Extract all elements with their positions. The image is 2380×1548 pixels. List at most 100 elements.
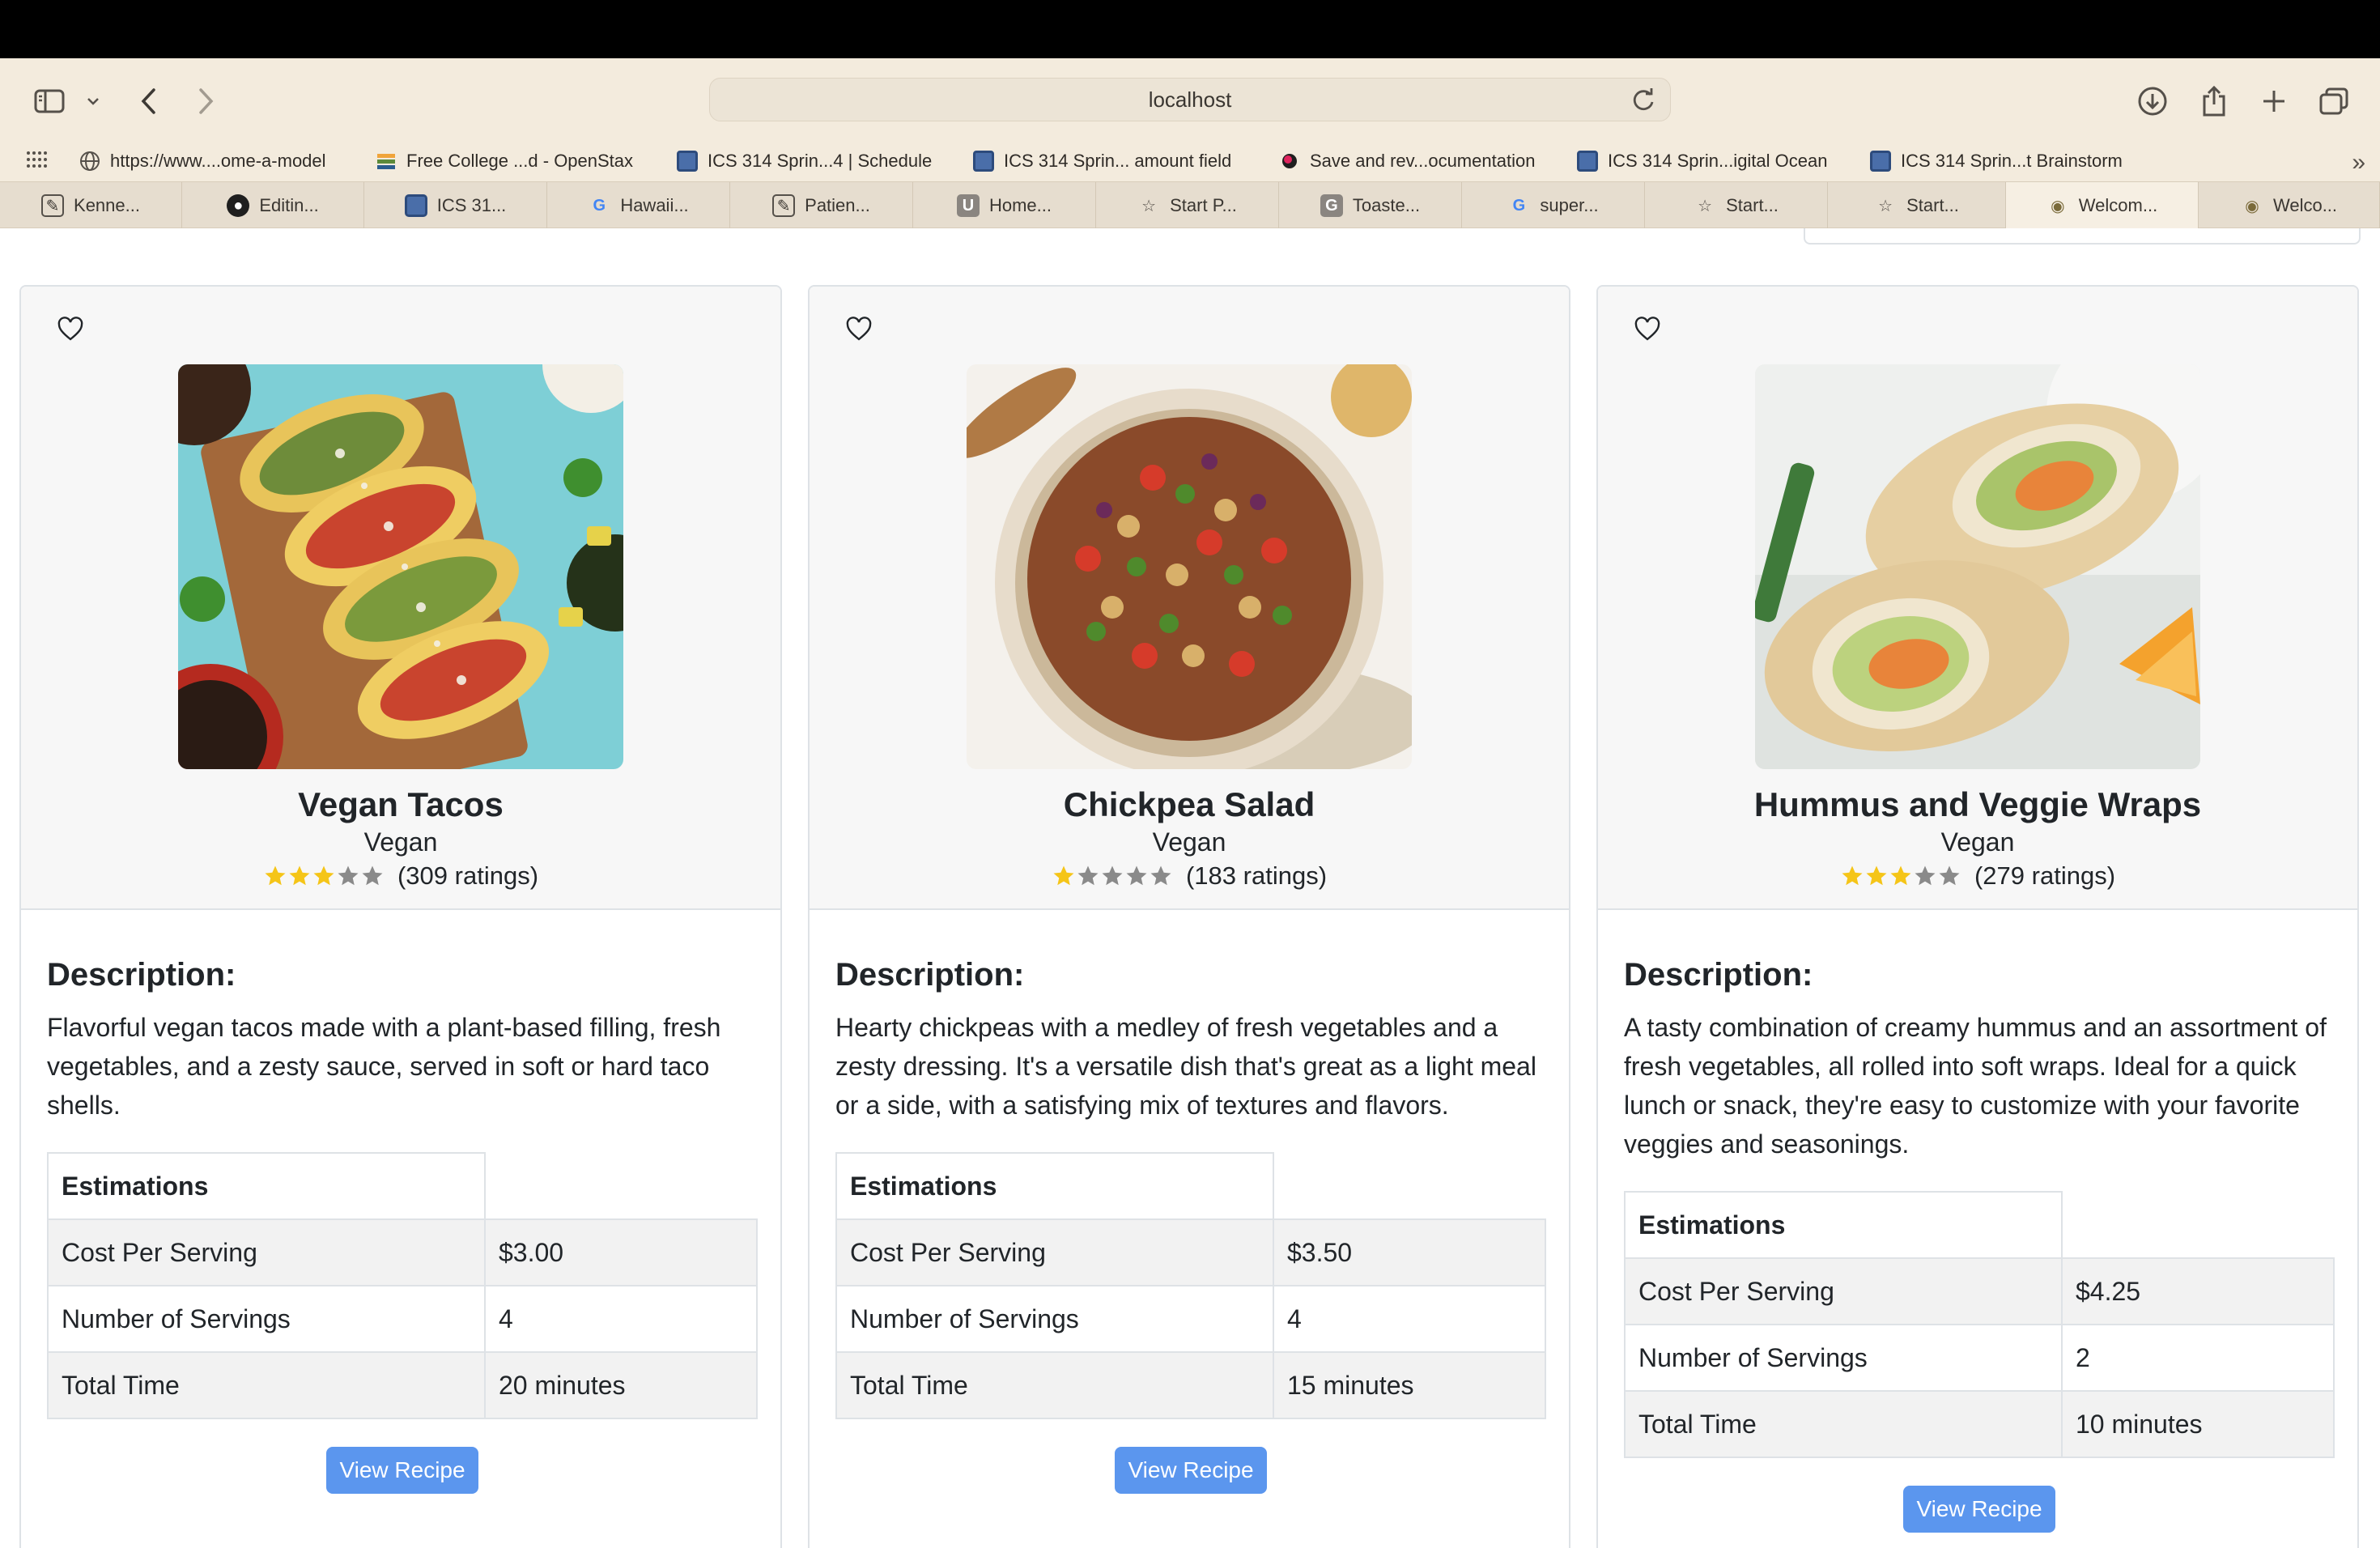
bookmark-item[interactable]: Free College ...d - OpenStax: [376, 149, 633, 173]
star-filled-icon: [265, 865, 286, 886]
back-icon[interactable]: [134, 83, 164, 120]
laulima-icon: [1870, 151, 1891, 172]
description-heading: Description:: [835, 957, 1025, 993]
card-header: Chickpea Salad Vegan (183 ratings): [810, 287, 1569, 910]
star-filled-icon: [1842, 865, 1863, 886]
star-empty-icon: [1915, 865, 1936, 886]
table-row: Number of Servings 4: [835, 1285, 1546, 1353]
reload-icon[interactable]: [1630, 87, 1657, 114]
table-row: Number of Servings 2: [1624, 1324, 2335, 1392]
heart-icon[interactable]: [845, 316, 873, 343]
heart-icon[interactable]: [1634, 316, 1661, 343]
github-icon: ●: [227, 194, 250, 217]
address-text: localhost: [1148, 87, 1232, 112]
view-recipe-button[interactable]: View Recipe: [326, 1447, 478, 1494]
ratings-count: (309 ratings): [397, 861, 539, 890]
bookmark-item[interactable]: ICS 314 Sprin...igital Ocean: [1577, 149, 1827, 173]
tab-overview-icon[interactable]: [2315, 83, 2352, 120]
table-row: Total Time 20 minutes: [47, 1351, 758, 1419]
tab[interactable]: ◉ Welco...: [2199, 182, 2380, 229]
browser-chrome: localhost https://www....ome-a-model Fre…: [0, 58, 2380, 181]
description-heading: Description:: [47, 957, 236, 993]
estimations-table: Estimations Cost Per Serving $3.50 Number…: [835, 1152, 1546, 1419]
star-icon: ☆: [1141, 197, 1157, 215]
sidebar-toggle-icon[interactable]: [31, 83, 68, 120]
recipe-photo: [967, 364, 1412, 769]
recipe-rating: (183 ratings): [810, 861, 1569, 891]
u-icon: U: [956, 194, 980, 217]
view-recipe-button[interactable]: View Recipe: [1115, 1447, 1267, 1494]
tab[interactable]: G Hawaii...: [547, 182, 730, 229]
ratings-count: (183 ratings): [1185, 861, 1328, 890]
document-icon: ✎: [772, 194, 796, 217]
star-empty-icon: [362, 865, 383, 886]
apps-grid-icon[interactable]: [26, 151, 47, 168]
star-filled-icon: [1890, 865, 1911, 886]
recipe-category: Vegan: [1940, 827, 2015, 857]
bookmark-item[interactable]: ICS 314 Sprin... amount field: [973, 149, 1231, 173]
browser-toolbar: localhost: [0, 58, 2380, 139]
site-logo-icon: ◉: [2245, 197, 2259, 215]
tab[interactable]: ✎ Patien...: [730, 182, 913, 229]
bookmark-item[interactable]: ICS 314 Sprin...t Brainstorm: [1870, 149, 2123, 173]
tab[interactable]: G Toaste...: [1279, 182, 1462, 229]
description-text: A tasty combination of creamy hummus and…: [1624, 1013, 2327, 1159]
tab[interactable]: ☆ Start P...: [1096, 182, 1279, 229]
star-filled-icon: [1866, 865, 1887, 886]
view-recipe-button[interactable]: View Recipe: [1903, 1486, 2055, 1533]
laulima-icon: [973, 151, 994, 172]
table-header: Estimations: [835, 1152, 1274, 1220]
tab[interactable]: Gsuper...: [1462, 182, 1645, 229]
star-icon: ☆: [1878, 197, 1893, 215]
recipe-title: Chickpea Salad: [1063, 785, 1315, 823]
tab[interactable]: ICS 31...: [364, 182, 547, 229]
table-row: Total Time 10 minutes: [1624, 1390, 2335, 1458]
tab[interactable]: U Home...: [913, 182, 1096, 229]
star-filled-icon: [1053, 865, 1074, 886]
star-icon: ☆: [1698, 197, 1713, 215]
site-logo-icon: ◉: [2051, 197, 2065, 215]
download-icon[interactable]: [2134, 83, 2171, 120]
search-input[interactable]: [1804, 228, 2361, 245]
card-body: Description: Hearty chickpeas with a med…: [835, 918, 1546, 1494]
star-filled-icon: [313, 865, 334, 886]
page-content: Vegan Tacos Vegan (309 ratings) Descript…: [0, 228, 2380, 1548]
chevron-down-icon[interactable]: [81, 83, 105, 120]
bookmark-item[interactable]: https://www....ome-a-model: [79, 149, 326, 173]
bookmark-item[interactable]: Save and rev...ocumentation: [1279, 149, 1535, 173]
docs-icon: [1282, 154, 1297, 168]
tab[interactable]: ☆ Start...: [1645, 182, 1828, 229]
bookmarks-overflow-icon[interactable]: »: [2352, 149, 2365, 176]
address-bar[interactable]: localhost: [709, 78, 1671, 121]
tab-active[interactable]: ◉ Welcom...: [2006, 182, 2199, 229]
tab[interactable]: ☆ Start...: [1828, 182, 2006, 229]
recipe-category: Vegan: [363, 827, 438, 857]
google-icon: G: [593, 196, 606, 215]
star-rating: [263, 864, 385, 888]
heart-icon[interactable]: [57, 316, 84, 343]
globe-icon: [80, 151, 100, 171]
card-body: Description: A tasty combination of crea…: [1624, 918, 2335, 1533]
card-header: Vegan Tacos Vegan (309 ratings): [21, 287, 780, 910]
recipe-rating: (309 ratings): [21, 861, 780, 891]
bookmark-item[interactable]: ICS 314 Sprin...4 | Schedule: [677, 149, 932, 173]
document-icon: ✎: [41, 194, 65, 217]
tab[interactable]: ✎ Kenne...: [0, 182, 182, 229]
table-header: Estimations: [1624, 1191, 2063, 1259]
star-empty-icon: [338, 865, 359, 886]
tab[interactable]: ● Editin...: [182, 182, 364, 229]
tab-bar: ✎ Kenne... ● Editin... ICS 31... G Hawaii..…: [0, 181, 2380, 229]
share-icon[interactable]: [2195, 83, 2233, 120]
ratings-count: (279 ratings): [1974, 861, 2116, 890]
table-row: Cost Per Serving $3.50: [835, 1218, 1546, 1286]
forward-icon[interactable]: [191, 83, 220, 120]
recipe-title: Vegan Tacos: [298, 785, 504, 823]
star-empty-icon: [1126, 865, 1147, 886]
new-tab-icon[interactable]: [2255, 83, 2293, 120]
estimations-table: Estimations Cost Per Serving $3.00 Number…: [47, 1152, 758, 1419]
description-text: Flavorful vegan tacos made with a plant-…: [47, 1013, 721, 1120]
table-row: Cost Per Serving $4.25: [1624, 1257, 2335, 1325]
table-header: Estimations: [47, 1152, 486, 1220]
laulima-icon: [677, 151, 698, 172]
recipe-card: Hummus and Veggie Wraps Vegan (279 ratin…: [1596, 285, 2359, 1548]
